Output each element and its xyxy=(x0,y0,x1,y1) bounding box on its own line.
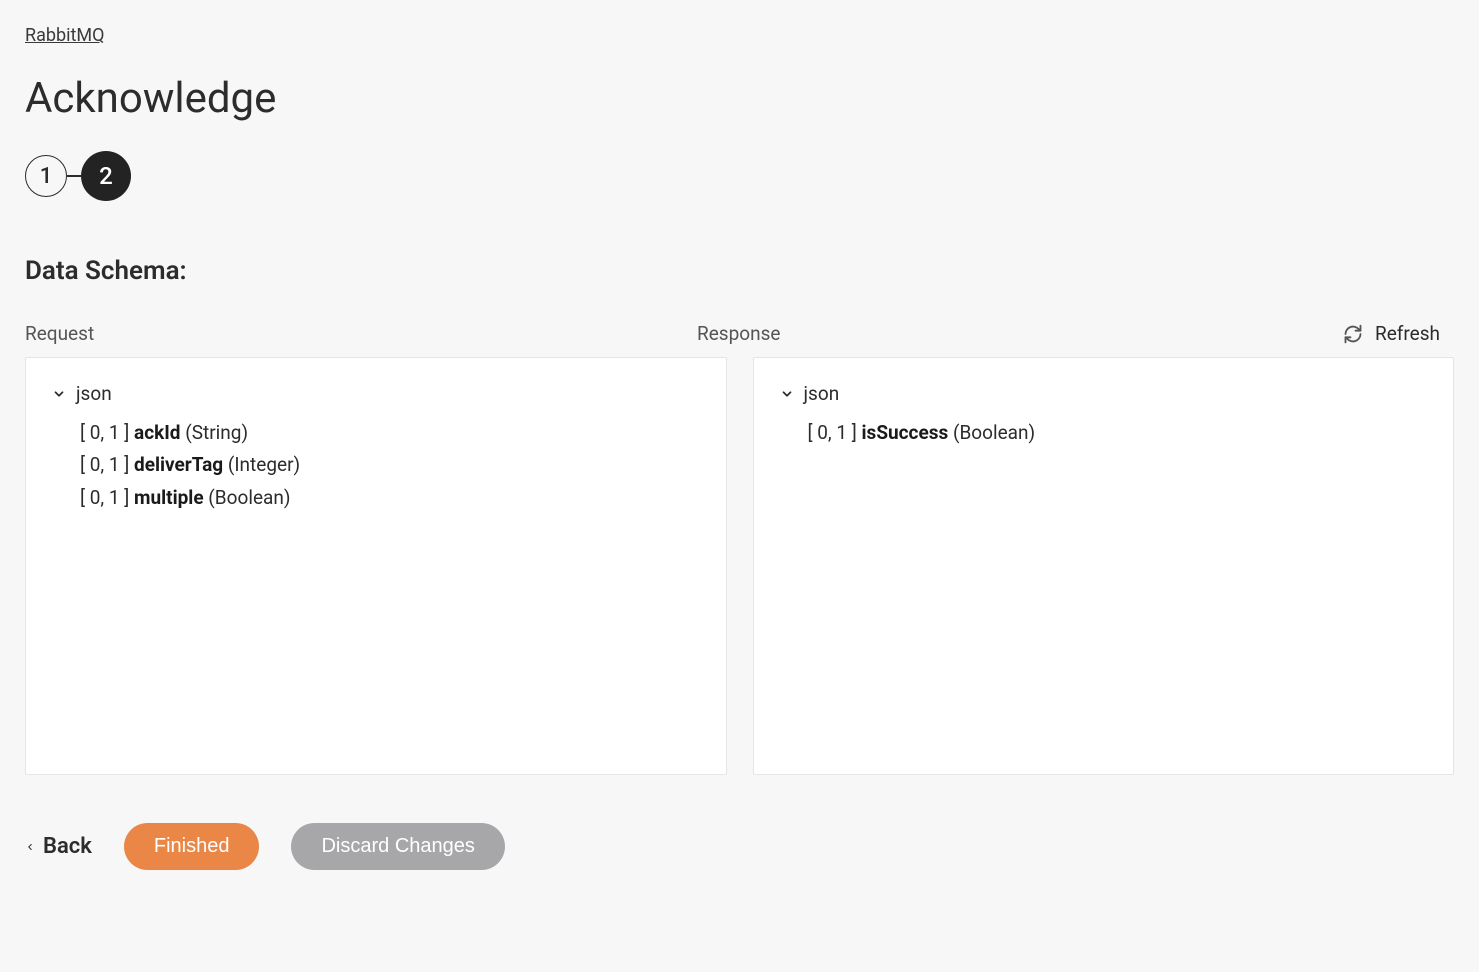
field-type: (Boolean) xyxy=(204,486,291,509)
request-panel: json [ 0, 1 ] ackId (String)[ 0, 1 ] del… xyxy=(25,357,727,775)
refresh-label: Refresh xyxy=(1375,322,1440,345)
refresh-icon xyxy=(1343,324,1363,344)
chevron-down-icon xyxy=(52,387,66,401)
section-title: Data Schema: xyxy=(25,256,1454,286)
field-type: (Integer) xyxy=(223,453,300,476)
back-label: Back xyxy=(43,834,92,859)
request-label: Request xyxy=(25,322,671,345)
field-type: (Boolean) xyxy=(948,421,1035,444)
field-name: deliverTag xyxy=(134,453,223,476)
back-button[interactable]: Back xyxy=(25,834,92,859)
step-connector xyxy=(67,175,81,177)
schema-field[interactable]: [ 0, 1 ] ackId (String) xyxy=(80,417,700,449)
response-tree-root[interactable]: json xyxy=(780,382,1428,405)
response-root-label: json xyxy=(804,382,840,405)
step-2[interactable]: 2 xyxy=(81,151,131,201)
refresh-button[interactable]: Refresh xyxy=(1343,322,1454,345)
field-cardinality: [ 0, 1 ] xyxy=(80,486,134,509)
field-cardinality: [ 0, 1 ] xyxy=(808,421,862,444)
response-label: Response xyxy=(697,322,1343,345)
field-name: isSuccess xyxy=(862,421,949,444)
schema-field[interactable]: [ 0, 1 ] isSuccess (Boolean) xyxy=(808,417,1428,449)
discard-button[interactable]: Discard Changes xyxy=(291,823,504,870)
chevron-left-icon xyxy=(25,840,35,854)
finished-button[interactable]: Finished xyxy=(124,823,260,870)
request-root-label: json xyxy=(76,382,112,405)
stepper: 1 2 xyxy=(25,151,1454,201)
request-tree-root[interactable]: json xyxy=(52,382,700,405)
breadcrumb-link[interactable]: RabbitMQ xyxy=(25,25,104,46)
field-cardinality: [ 0, 1 ] xyxy=(80,453,134,476)
schema-field[interactable]: [ 0, 1 ] multiple (Boolean) xyxy=(80,482,700,514)
field-type: (String) xyxy=(181,421,249,444)
field-name: ackId xyxy=(134,421,180,444)
page-title: Acknowledge xyxy=(25,74,1454,123)
field-name: multiple xyxy=(134,486,204,509)
field-cardinality: [ 0, 1 ] xyxy=(80,421,134,444)
schema-field[interactable]: [ 0, 1 ] deliverTag (Integer) xyxy=(80,449,700,481)
step-1[interactable]: 1 xyxy=(25,155,67,197)
chevron-down-icon xyxy=(780,387,794,401)
response-panel: json [ 0, 1 ] isSuccess (Boolean) xyxy=(753,357,1455,775)
